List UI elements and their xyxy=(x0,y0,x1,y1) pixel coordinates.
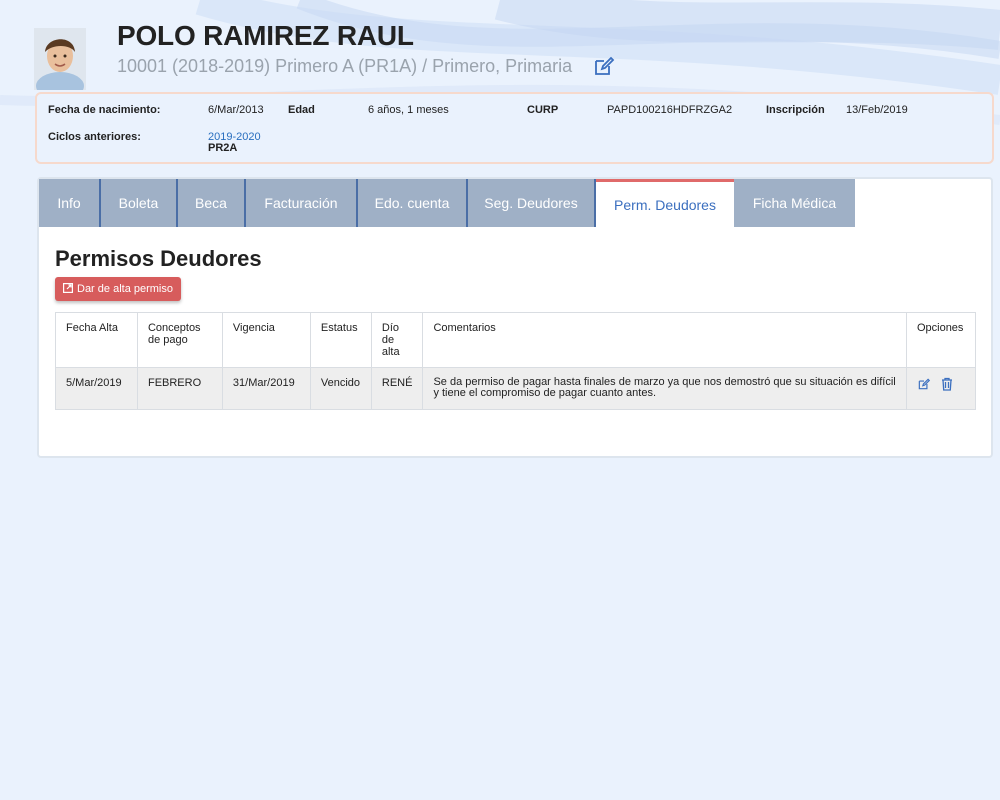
cell-estatus: Vencido xyxy=(309,367,372,410)
add-permission-button[interactable]: Dar de alta permiso xyxy=(55,277,181,301)
col-conceptos: Conceptos de pago xyxy=(136,312,223,368)
tab-boleta[interactable]: Boleta xyxy=(101,179,178,227)
permissions-table: Fecha Alta Conceptos de pago Vigencia Es… xyxy=(55,312,977,410)
tab-ficha-medica[interactable]: Ficha Médica xyxy=(734,179,855,227)
table-header-row: Fecha Alta Conceptos de pago Vigencia Es… xyxy=(55,312,977,368)
col-estatus: Estatus xyxy=(309,312,372,368)
curp-label: CURP xyxy=(527,104,559,116)
birth-value: 6/Mar/2013 xyxy=(208,104,264,116)
enrollment-label: Inscripción xyxy=(766,104,825,116)
enrollment-value: 13/Feb/2019 xyxy=(846,104,908,116)
tab-edo-cuenta[interactable]: Edo. cuenta xyxy=(358,179,468,227)
age-value: 6 años, 1 meses xyxy=(368,104,449,116)
external-link-icon xyxy=(63,282,74,296)
curp-value: PAPD100216HDFRZGA2 xyxy=(607,104,733,116)
col-fecha-alta: Fecha Alta xyxy=(55,312,138,368)
student-info-box: Fecha de nacimiento: 6/Mar/2013 Edad 6 a… xyxy=(35,92,994,164)
col-opciones: Opciones xyxy=(905,312,977,368)
cell-vigencia: 31/Mar/2019 xyxy=(221,367,311,410)
edit-row-icon[interactable] xyxy=(917,377,931,391)
birth-label: Fecha de nacimiento: xyxy=(48,104,161,116)
delete-row-icon[interactable] xyxy=(941,377,953,391)
col-comentarios: Comentarios xyxy=(422,312,907,368)
tab-info[interactable]: Info xyxy=(39,179,101,227)
tab-perm-deudores[interactable]: Perm. Deudores xyxy=(596,179,734,227)
tab-facturacion[interactable]: Facturación xyxy=(246,179,358,227)
student-enrollment: 10001 (2018-2019) Primero A (PR1A) / Pri… xyxy=(117,56,573,76)
col-dio-alta: Dío de alta xyxy=(370,312,424,368)
add-permission-label: Dar de alta permiso xyxy=(77,283,173,295)
tab-beca[interactable]: Beca xyxy=(178,179,246,227)
student-header: POLO RAMIREZ RAUL 10001 (2018-2019) Prim… xyxy=(0,0,1000,92)
table-row: 5/Mar/2019 FEBRERO 31/Mar/2019 Vencido R… xyxy=(55,367,977,410)
main-panel: Info Boleta Beca Facturación Edo. cuenta… xyxy=(37,177,993,458)
previous-cycles-label: Ciclos anteriores: xyxy=(48,131,141,143)
edit-icon[interactable] xyxy=(592,54,616,78)
age-label: Edad xyxy=(288,104,315,116)
student-name: POLO RAMIREZ RAUL xyxy=(117,20,414,51)
section-title: Permisos Deudores xyxy=(55,246,262,271)
col-vigencia: Vigencia xyxy=(221,312,311,368)
cell-dio-alta: RENÉ xyxy=(370,367,424,410)
student-avatar xyxy=(34,28,86,90)
cell-comentarios: Se da permiso de pagar hasta finales de … xyxy=(422,367,907,410)
cell-fecha-alta: 5/Mar/2019 xyxy=(55,367,138,410)
previous-group: PR2A xyxy=(208,142,238,154)
cell-opciones xyxy=(905,367,977,410)
tab-bar: Info Boleta Beca Facturación Edo. cuenta… xyxy=(39,179,855,227)
cell-conceptos: FEBRERO xyxy=(136,367,223,410)
tab-seg-deudores[interactable]: Seg. Deudores xyxy=(468,179,596,227)
